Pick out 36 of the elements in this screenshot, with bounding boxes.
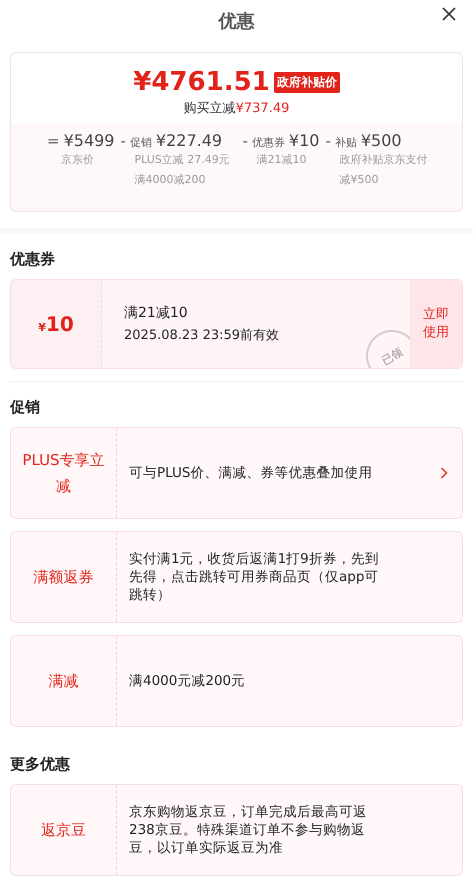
promo-tag: 返京豆 <box>11 785 117 875</box>
coupon-condition: 满21减10 <box>124 304 189 322</box>
operator-sign: - <box>120 132 126 150</box>
promo-description: 实付满1元，收货后返满1打9折券，先到先得，点击跳转可用券商品页（仅app可跳转） <box>128 550 380 605</box>
breakdown-amount: ¥500 <box>360 131 402 150</box>
breakdown-amount: ¥5499 <box>64 131 114 150</box>
breakdown-label: 优惠券 <box>252 135 285 150</box>
breakdown-note: 满4000减200 <box>134 172 206 188</box>
section-title: 更多优惠 <box>10 754 71 775</box>
promo-description: 可与PLUS价、满减、券等优惠叠加使用 <box>128 464 374 483</box>
coupon-validity: 2025.08.23 23:59前有效 <box>124 327 280 344</box>
sheet-title: 优惠 <box>218 10 254 33</box>
promo-tag: 满额返券 <box>11 532 117 622</box>
final-price: ¥4761.51 <box>133 67 270 97</box>
breakdown-note: 政府补贴京东支付减¥500 <box>339 152 428 188</box>
promo-card[interactable]: PLUS专享立减 可与PLUS价、满减、券等优惠叠加使用 <box>10 427 463 519</box>
section-title: 优惠券 <box>10 249 56 270</box>
breakdown-note: PLUS立减 27.49元 <box>134 152 231 168</box>
breakdown-note: 京东价 <box>61 152 95 168</box>
breakdown-amount: ¥10 <box>288 131 320 150</box>
breakdown-label: 补贴 <box>334 135 357 150</box>
breakdown-note: 满21减10 <box>256 152 308 168</box>
saving-text: 购买立减¥737.49 <box>184 100 290 117</box>
promo-description: 满4000元减200元 <box>128 672 246 691</box>
operator-sign: = <box>47 132 60 150</box>
section-title: 促销 <box>10 397 41 418</box>
operator-sign: - <box>325 132 331 150</box>
operator-sign: - <box>242 132 248 150</box>
breakdown-label: 促销 <box>130 135 152 150</box>
promo-tag: 满减 <box>11 636 117 726</box>
promo-tag: PLUS专享立减 <box>11 428 117 518</box>
promo-description: 京东购物返京豆，订单完成后最高可返238京豆。特殊渠道订单不参与购物返豆，以订单实际返豆为准 <box>128 803 368 858</box>
breakdown-amount: ¥227.49 <box>156 131 222 150</box>
coupon-value: ¥10 <box>38 312 74 336</box>
use-now-button[interactable]: 立即使用 <box>410 280 462 368</box>
price-tag: 政府补贴价 <box>274 72 340 92</box>
